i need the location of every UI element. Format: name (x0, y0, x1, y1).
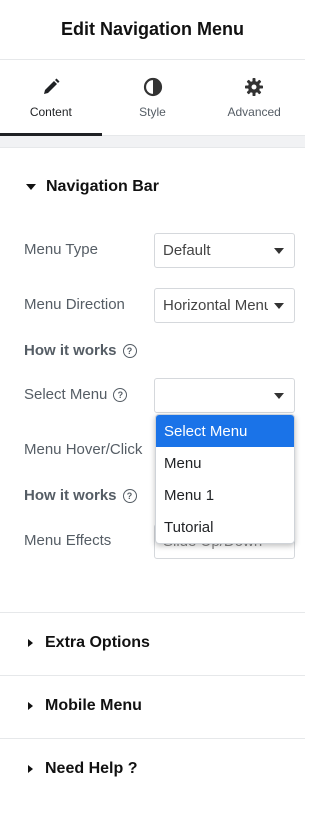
menu-direction-value: Horizontal Menu (163, 297, 268, 314)
caret-right-icon (28, 702, 33, 710)
select-menu-select[interactable] (154, 378, 295, 413)
divider (0, 675, 305, 676)
menu-direction-label: Menu Direction (24, 296, 125, 313)
extra-options-toggle[interactable]: Extra Options (0, 634, 305, 652)
dropdown-option[interactable]: Select Menu (156, 415, 294, 447)
dropdown-option[interactable]: Tutorial (156, 511, 294, 543)
menu-direction-select[interactable]: Horizontal Menu (154, 288, 295, 323)
navigation-bar-section: Navigation Bar (0, 178, 305, 196)
help-icon[interactable]: ? (113, 387, 128, 402)
tab-style-label: Style (139, 104, 166, 119)
panel-title: Edit Navigation Menu (60, 19, 244, 39)
tab-separator (0, 136, 305, 148)
extra-options-title: Extra Options (45, 634, 150, 651)
contrast-icon (143, 77, 162, 96)
navigation-bar-toggle[interactable]: Navigation Bar (0, 178, 305, 196)
tab-advanced-label: Advanced (227, 104, 281, 119)
help-icon: ? (122, 343, 137, 358)
dropdown-option[interactable]: Menu 1 (156, 479, 294, 511)
caret-right-icon (28, 765, 33, 773)
select-menu-label-row: Select Menu ? (24, 386, 128, 403)
caret-down-icon (26, 184, 36, 190)
caret-right-icon (28, 639, 33, 647)
chevron-down-icon (274, 392, 284, 399)
mobile-menu-title: Mobile Menu (45, 697, 142, 714)
dropdown-option[interactable]: Menu (156, 447, 294, 479)
chevron-down-icon (274, 302, 284, 309)
how-it-works-label: How it works (24, 342, 117, 359)
menu-type-value: Default (163, 242, 211, 259)
need-help-title: Need Help ? (45, 760, 138, 777)
need-help-toggle[interactable]: Need Help ? (0, 760, 305, 778)
divider (0, 738, 305, 739)
tab-bar: Content Style Advanced (0, 60, 305, 136)
select-menu-label: Select Menu (24, 386, 108, 403)
help-icon: ? (122, 488, 137, 503)
gear-icon (245, 77, 264, 96)
menu-hover-label: Menu Hover/Click (24, 441, 143, 458)
tab-style[interactable]: Style (102, 60, 204, 135)
how-it-works-link-2[interactable]: How it works ? (24, 487, 137, 504)
pencil-icon (43, 78, 60, 94)
tab-content[interactable]: Content (0, 60, 102, 136)
menu-type-label: Menu Type (24, 241, 98, 258)
select-menu-dropdown: Select Menu Menu Menu 1 Tutorial (155, 414, 295, 544)
menu-effects-label: Menu Effects (24, 532, 112, 549)
tab-content-label: Content (29, 104, 72, 119)
extra-options-section: Extra Options (0, 634, 305, 652)
panel-header: Edit Navigation Menu (0, 0, 305, 60)
mobile-menu-section: Mobile Menu (0, 697, 305, 715)
navigation-bar-title: Navigation Bar (46, 178, 159, 195)
divider (0, 612, 305, 613)
tab-advanced[interactable]: Advanced (203, 60, 305, 135)
how-it-works-link-1[interactable]: How it works ? (24, 342, 137, 359)
need-help-section: Need Help ? (0, 760, 305, 778)
menu-type-select[interactable]: Default (154, 233, 295, 268)
mobile-menu-toggle[interactable]: Mobile Menu (0, 697, 305, 715)
chevron-down-icon (274, 247, 284, 254)
how-it-works-label: How it works (24, 487, 117, 504)
